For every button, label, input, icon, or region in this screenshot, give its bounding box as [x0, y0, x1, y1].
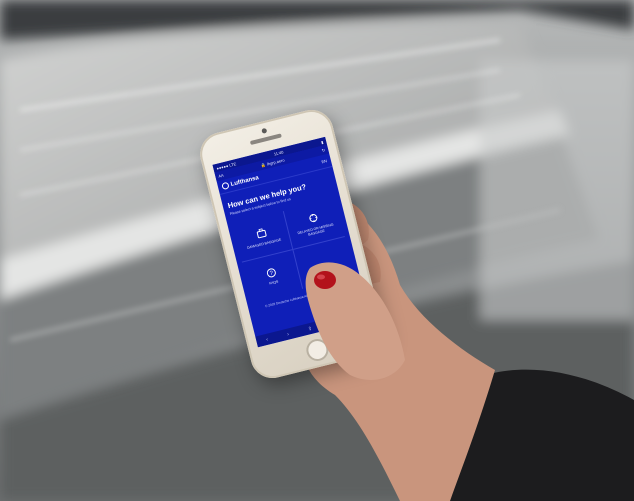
photo-scene: ●●●●● LTE 11:40 ▮ AA 🔒 lhgrp.aero ↻ Luft…	[0, 0, 634, 501]
red-nail	[314, 271, 336, 289]
thumb-illustration	[305, 262, 405, 380]
